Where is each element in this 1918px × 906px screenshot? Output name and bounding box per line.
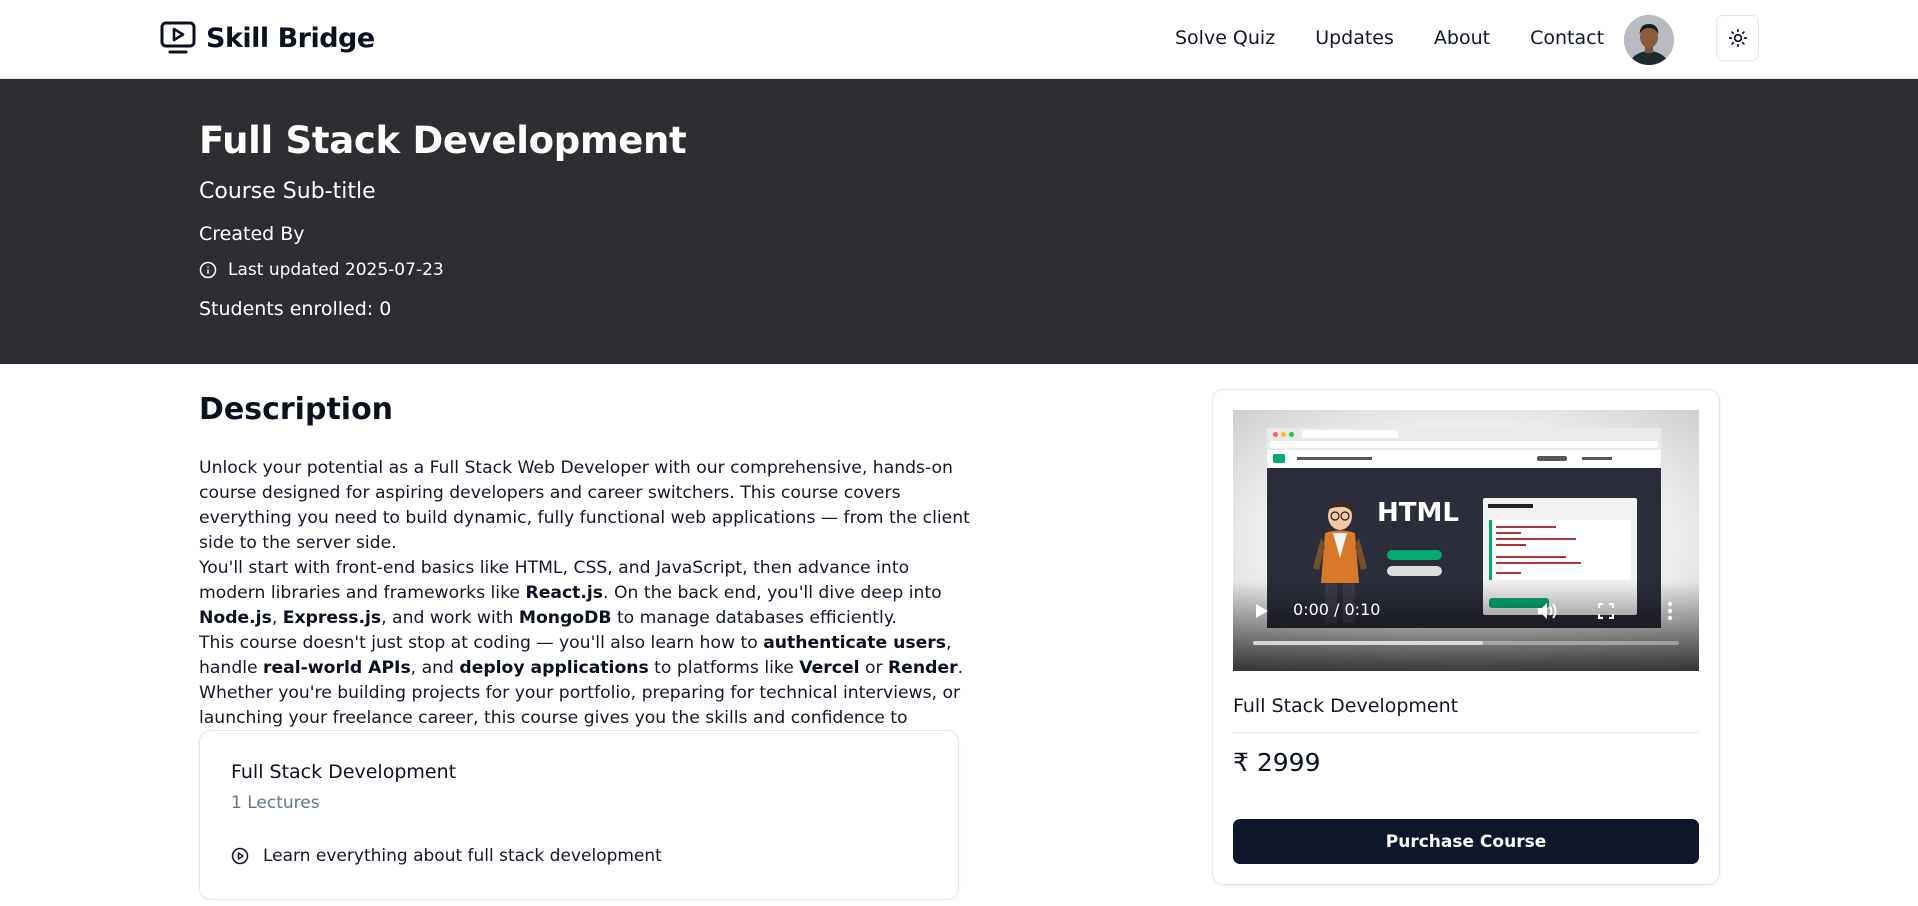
video-buffered-bar [1253,641,1484,645]
description-paragraph: Unlock your potential as a Full Stack We… [199,458,970,553]
nav-solve-quiz[interactable]: Solve Quiz [1175,27,1275,49]
course-hero: Full Stack Development Course Sub-title … [0,79,1918,364]
volume-icon[interactable] [1537,601,1559,621]
fullscreen-icon[interactable] [1598,603,1614,619]
last-updated: Last updated 2025-07-23 [199,260,444,280]
last-updated-text: Last updated 2025-07-23 [228,260,444,280]
purchase-course-button[interactable]: Purchase Course [1233,819,1699,864]
tv-play-icon [160,21,196,54]
nav-contact[interactable]: Contact [1530,27,1604,49]
play-icon[interactable] [1255,603,1269,619]
video-thumb-heading: HTML [1377,498,1459,528]
curriculum-card: Full Stack Development 1 Lectures Learn … [199,730,959,900]
lecture-title: Learn everything about full stack develo… [263,846,662,866]
description-body: Unlock your potential as a Full Stack We… [199,456,979,756]
created-by: Created By [199,223,305,245]
nav-about[interactable]: About [1434,27,1490,49]
avatar-image [1624,15,1674,65]
video-time: 0:00 / 0:10 [1293,600,1381,619]
course-subtitle: Course Sub-title [199,179,376,204]
course-price: ₹ 2999 [1233,748,1321,777]
purchase-card: HTML 0:00 / 0:10 Full Stack Development … [1212,389,1720,885]
purchase-card-title: Full Stack Development [1233,695,1459,717]
brand-name: Skill Bridge [206,22,375,54]
sun-icon [1728,28,1747,48]
lecture-count: 1 Lectures [231,793,320,813]
theme-toggle-button[interactable] [1716,15,1759,61]
nav-updates[interactable]: Updates [1315,27,1394,49]
avatar[interactable] [1624,15,1674,65]
divider [1233,732,1699,733]
course-video-player[interactable]: HTML 0:00 / 0:10 [1233,410,1699,671]
play-circle-icon [231,847,249,865]
navbar: Skill Bridge Solve Quiz Updates About Co… [0,0,1918,79]
description-paragraph: You'll start with front-end basics like … [199,558,942,628]
students-enrolled: Students enrolled: 0 [199,298,392,320]
more-vert-icon[interactable] [1667,601,1673,621]
description-heading: Description [199,392,394,427]
video-controls [1233,581,1699,671]
nav-links: Solve Quiz Updates About Contact [1175,27,1604,49]
curriculum-title: Full Stack Development [231,761,457,783]
course-title: Full Stack Development [199,119,687,162]
brand-logo[interactable]: Skill Bridge [160,21,375,55]
lecture-item[interactable]: Learn everything about full stack develo… [231,846,662,866]
info-icon [199,261,217,279]
video-progress-track[interactable] [1253,641,1679,645]
